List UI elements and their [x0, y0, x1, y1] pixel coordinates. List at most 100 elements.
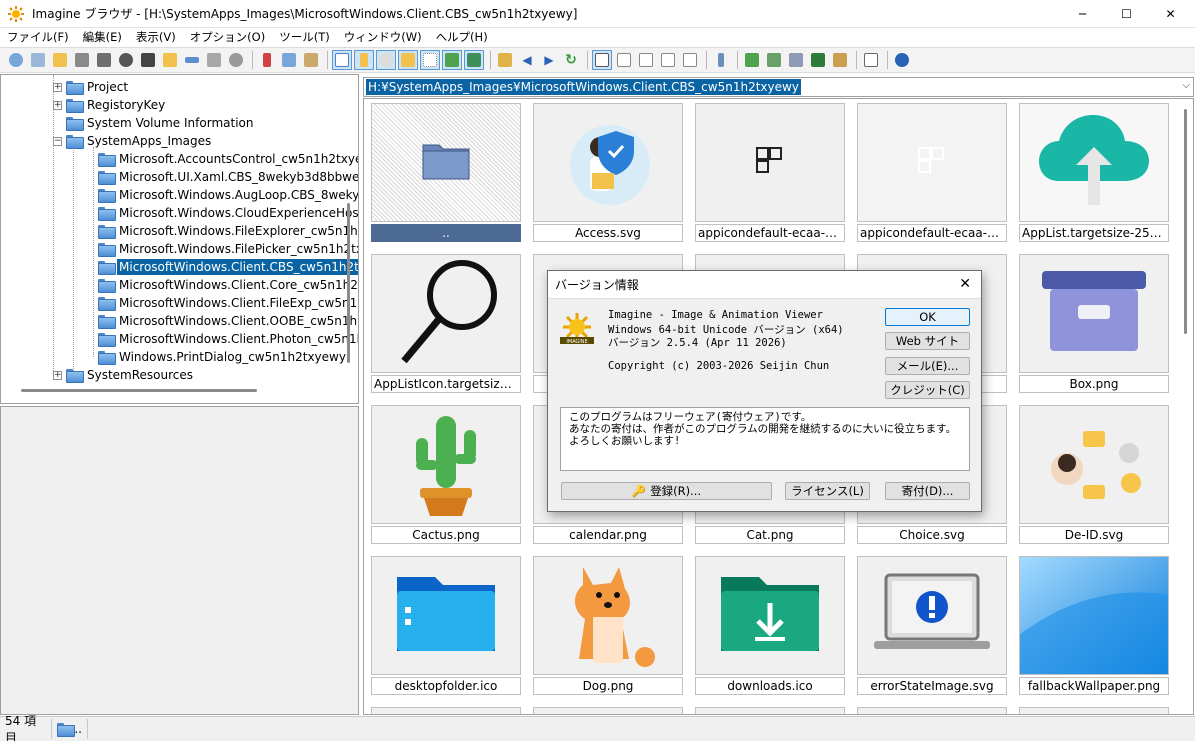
thumbnail-button[interactable]	[398, 50, 418, 70]
slideshow-button[interactable]	[28, 50, 48, 70]
open-button[interactable]	[50, 50, 70, 70]
tree-item[interactable]: MicrosoftWindows.Client.Photon_cw5n1h	[85, 330, 358, 348]
menu-help[interactable]: ヘルプ(H)	[429, 28, 495, 46]
thumbnail-tile[interactable]	[533, 707, 683, 714]
view-button[interactable]	[6, 50, 26, 70]
register-button[interactable]: 🔑 登録(R)...	[561, 482, 772, 500]
tree-item[interactable]: Microsoft.AccountsControl_cw5n1h2txye	[85, 150, 358, 168]
picture-button[interactable]	[442, 50, 462, 70]
thumbnail-tile[interactable]	[533, 103, 683, 222]
tree-item[interactable]: Microsoft.UI.Xaml.CBS_8wekyb3d8bbwe	[85, 168, 358, 186]
thumbnail-tile[interactable]	[1019, 254, 1169, 373]
thumbnail-caption[interactable]: Box.png	[1019, 375, 1169, 393]
print-button[interactable]	[94, 50, 114, 70]
batch-button[interactable]	[764, 50, 784, 70]
tree-expander-icon[interactable]: +	[53, 370, 62, 380]
capture-button[interactable]	[138, 50, 158, 70]
menu-tools[interactable]: ツール(T)	[272, 28, 337, 46]
thumbnail-tile[interactable]	[1019, 405, 1169, 524]
small-icons-button[interactable]	[614, 50, 634, 70]
thumbnail-tile[interactable]	[1019, 707, 1169, 714]
tree-pane-button[interactable]	[354, 50, 374, 70]
maximize-button[interactable]: ☐	[1104, 0, 1149, 28]
tree-item[interactable]: MicrosoftWindows.Client.Core_cw5n1h2t	[85, 276, 358, 294]
tree-expander-icon[interactable]: +	[53, 100, 62, 110]
tree-item[interactable]: Microsoft.Windows.AugLoop.CBS_8weky	[85, 186, 358, 204]
thumbnail-caption[interactable]: errorStateImage.svg	[857, 677, 1007, 695]
save-button[interactable]	[72, 50, 92, 70]
thumbnail-tile[interactable]	[857, 707, 1007, 714]
tree-item[interactable]: System Volume Information	[53, 114, 255, 132]
thumbnail-tile[interactable]	[857, 556, 1007, 675]
path-text[interactable]: H:¥SystemApps_Images¥MicrosoftWindows.Cl…	[366, 79, 801, 95]
thumbnail-tile[interactable]	[695, 707, 845, 714]
close-button[interactable]: ✕	[1148, 0, 1193, 28]
info-button[interactable]	[116, 50, 136, 70]
menu-file[interactable]: ファイル(F)	[0, 28, 76, 46]
thumbnail-caption[interactable]: Cactus.png	[371, 526, 521, 544]
thumbnail-caption[interactable]: desktopfolder.ico	[371, 677, 521, 695]
settings-button[interactable]	[226, 50, 246, 70]
edit-button[interactable]	[830, 50, 850, 70]
tree-item[interactable]: MicrosoftWindows.Client.OOBE_cw5n1h2	[85, 312, 358, 330]
menu-window[interactable]: ウィンドウ(W)	[337, 28, 429, 46]
thumbnail-caption[interactable]: Access.svg	[533, 224, 683, 242]
tree-item[interactable]: − SystemApps_Images	[53, 132, 213, 150]
tree-vertical-scrollbar[interactable]	[347, 203, 350, 363]
thumbnail-tile[interactable]	[1019, 556, 1169, 675]
thumbnail-tile[interactable]	[857, 103, 1007, 222]
new-folder-button[interactable]	[160, 50, 180, 70]
thumbnail-caption[interactable]: downloads.ico	[695, 677, 845, 695]
tree-item[interactable]: Microsoft.Windows.CloudExperienceHost	[85, 204, 358, 222]
tree-item[interactable]: MicrosoftWindows.Client.FileExp_cw5n1h	[85, 294, 358, 312]
dialog-close-button[interactable]: ✕	[959, 276, 971, 292]
menu-view[interactable]: 表示(V)	[129, 28, 183, 46]
thumbnail-caption[interactable]: Cat.png	[695, 526, 845, 544]
thumbnail-tile[interactable]	[695, 103, 845, 222]
ok-button[interactable]: OK	[885, 308, 970, 326]
tree-item[interactable]: Microsoft.Windows.FilePicker_cw5n1h2tx	[85, 240, 358, 258]
forward-button[interactable]: ▶	[539, 50, 559, 70]
tools-button[interactable]	[711, 50, 731, 70]
tree-item[interactable]: Windows.PrintDialog_cw5n1h2txyewy	[85, 348, 348, 366]
mail-button[interactable]: メール(E)...	[885, 357, 970, 375]
rename-button[interactable]	[182, 50, 202, 70]
grid-button[interactable]	[420, 50, 440, 70]
thumbnail-tile[interactable]	[371, 707, 521, 714]
tree-item[interactable]: MicrosoftWindows.Client.CBS_cw5n1h2tx	[85, 258, 358, 276]
tree-expander-icon[interactable]: +	[53, 82, 62, 92]
tiles-button[interactable]	[680, 50, 700, 70]
up-folder-button[interactable]	[495, 50, 515, 70]
thumbnail-caption[interactable]: appicondefault-ecaa-32-i...	[857, 224, 1007, 242]
thumbnail-caption[interactable]: AppList.targetsize-256_alt...	[1019, 224, 1169, 242]
map-button[interactable]	[464, 50, 484, 70]
thumbnail-caption[interactable]: Choice.svg	[857, 526, 1007, 544]
thumbnail-caption[interactable]: calendar.png	[533, 526, 683, 544]
thumbnail-tile[interactable]	[371, 405, 521, 524]
menu-edit[interactable]: 編集(E)	[76, 28, 129, 46]
filmstrip-button[interactable]	[808, 50, 828, 70]
large-icons-button[interactable]	[592, 50, 612, 70]
thumbnail-caption[interactable]: AppListIcon.targetsize-25...	[371, 375, 521, 393]
preview-pane-button[interactable]	[376, 50, 396, 70]
thumbnail-tile[interactable]	[371, 254, 521, 373]
convert-button[interactable]	[742, 50, 762, 70]
tree-item[interactable]: + SystemResources	[53, 366, 195, 384]
credit-button[interactable]: クレジット(C)	[885, 381, 970, 399]
thumbnail-caption[interactable]: Dog.png	[533, 677, 683, 695]
thumbnail-tile[interactable]	[695, 556, 845, 675]
thumbnail-tile[interactable]	[371, 103, 521, 222]
details-button[interactable]	[658, 50, 678, 70]
tree-expander-icon[interactable]: −	[53, 136, 62, 146]
thumbnail-tile[interactable]	[533, 556, 683, 675]
cut-button[interactable]	[257, 50, 277, 70]
tree-item[interactable]: Microsoft.Windows.FileExplorer_cw5n1h2	[85, 222, 358, 240]
thumbnail-caption[interactable]: appicondefault-ecaa-32....	[695, 224, 845, 242]
minimize-button[interactable]: ─	[1060, 0, 1105, 28]
back-button[interactable]: ◀	[517, 50, 537, 70]
thumbnail-tile[interactable]	[371, 556, 521, 675]
list-button[interactable]	[636, 50, 656, 70]
browser-pane-button[interactable]	[332, 50, 352, 70]
tree-item[interactable]: + Project	[53, 78, 130, 96]
thumbnail-tile[interactable]	[1019, 103, 1169, 222]
